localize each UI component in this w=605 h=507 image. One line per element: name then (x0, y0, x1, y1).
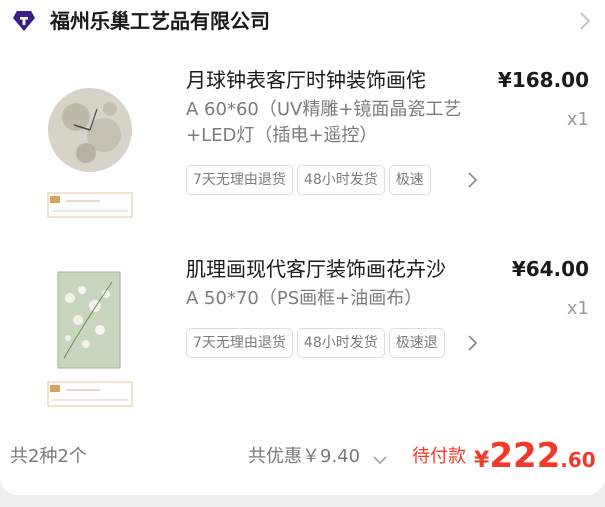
service-tags[interactable]: 7天无理由退货 48小时发货 极速 (186, 165, 486, 195)
product-thumbnail-moon-clock[interactable] (40, 73, 140, 243)
item-price: ¥64.00 (511, 257, 589, 281)
tag-7day-return: 7天无理由退货 (186, 165, 293, 195)
order-card: 福州乐巢工艺品有限公司 月球钟表客厅时钟装饰画侘 ¥168.00 A 60*60… (0, 0, 605, 495)
tag-express-return: 极速退 (388, 328, 445, 358)
total-amount: ¥222.60 (474, 434, 596, 484)
store-logo-icon (13, 11, 35, 31)
tag-48h-shipping: 48小时发货 (296, 165, 385, 195)
total-integer: 222 (489, 436, 561, 476)
item-count: 共2种2个 (10, 446, 87, 467)
chevron-right-icon[interactable] (462, 328, 486, 358)
tag-48h-shipping: 48小时发货 (296, 328, 385, 358)
service-tags[interactable]: 7天无理由退货 48小时发货 极速退 (186, 328, 486, 358)
order-item[interactable]: 肌理画现代客厅装饰画花卉沙 ¥64.00 A 50*70（PS画框+油画布） x… (0, 254, 605, 434)
total-currency: ¥ (474, 448, 490, 473)
chevron-down-icon[interactable] (372, 454, 388, 466)
item-spec: A 60*60（UV精雕+镜面晶瓷工艺+LED灯（插电+遥控） (186, 99, 462, 146)
order-footer: 共2种2个 共优惠￥9.40 待付款 ¥222.60 (0, 432, 605, 482)
discount-summary[interactable]: 共优惠￥9.40 (248, 444, 360, 470)
total-decimal: .60 (560, 448, 596, 472)
item-quantity: x1 (566, 109, 589, 130)
item-price: ¥168.00 (497, 68, 589, 92)
tag-7day-return: 7天无理由退货 (186, 328, 293, 358)
store-header[interactable]: 福州乐巢工艺品有限公司 (0, 0, 605, 44)
pending-payment-label: 待付款 (412, 446, 466, 467)
item-spec: A 50*70（PS画框+油画布） (186, 288, 423, 309)
item-quantity: x1 (566, 298, 589, 319)
item-title[interactable]: 月球钟表客厅时钟装饰画侘 (186, 65, 486, 95)
product-thumbnail-flower-painting[interactable] (40, 262, 140, 432)
store-name[interactable]: 福州乐巢工艺品有限公司 (50, 6, 270, 36)
order-item[interactable]: 月球钟表客厅时钟装饰画侘 ¥168.00 A 60*60（UV精雕+镜面晶瓷工艺… (0, 65, 605, 245)
chevron-right-icon[interactable] (462, 165, 486, 195)
tag-express: 极速 (388, 165, 431, 195)
chevron-right-icon[interactable] (579, 11, 591, 31)
item-title[interactable]: 肌理画现代客厅装饰画花卉沙 (186, 254, 486, 284)
